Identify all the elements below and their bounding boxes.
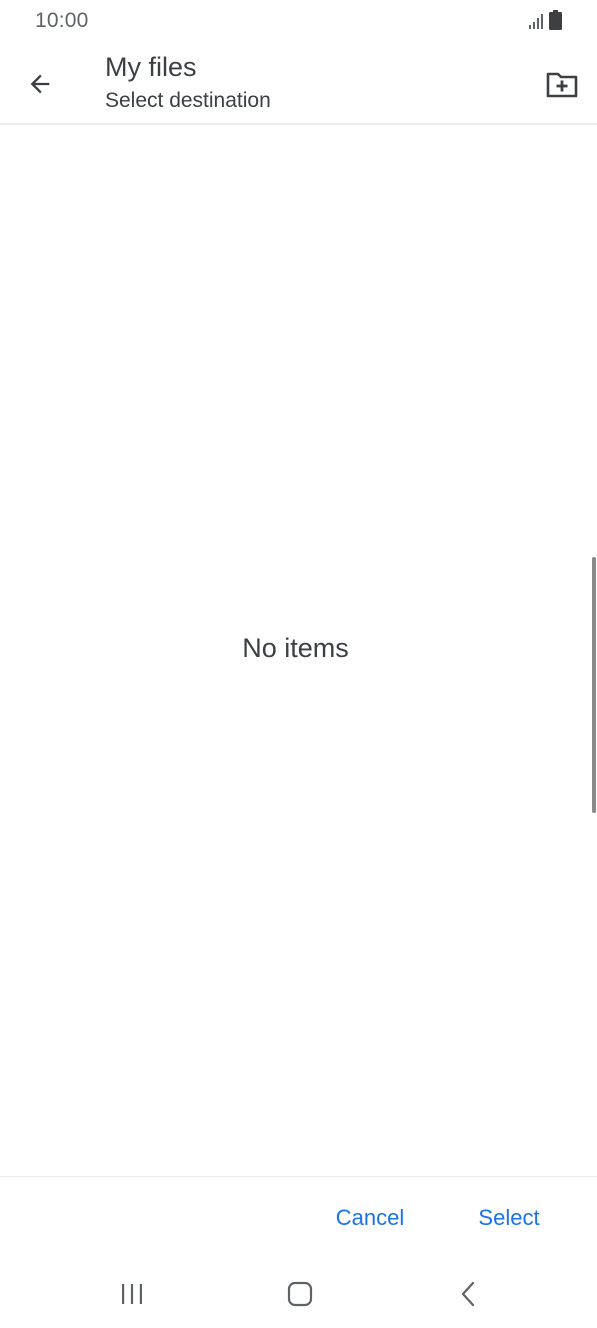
- signal-icon: [529, 14, 543, 29]
- screen: 10:00 My files Select destination No ite…: [0, 0, 597, 1328]
- recents-icon: [122, 1284, 142, 1304]
- new-folder-button[interactable]: [540, 64, 584, 104]
- home-icon: [287, 1281, 313, 1307]
- home-button[interactable]: [280, 1278, 320, 1310]
- select-button[interactable]: Select: [468, 1196, 550, 1240]
- app-bar: My files Select destination: [0, 44, 597, 124]
- empty-state-message: No items: [242, 633, 349, 663]
- back-icon: [461, 1281, 475, 1307]
- bottom-divider: [0, 1176, 597, 1177]
- folder-plus-icon: [546, 72, 578, 98]
- status-time: 10:00: [35, 9, 89, 32]
- recents-button[interactable]: [112, 1278, 152, 1310]
- file-list-area: No items: [0, 125, 597, 1177]
- back-button[interactable]: [18, 62, 62, 106]
- nav-back-button[interactable]: [448, 1278, 488, 1310]
- cancel-button[interactable]: Cancel: [326, 1196, 414, 1240]
- arrow-left-icon: [30, 74, 50, 94]
- page-subtitle: Select destination: [105, 89, 271, 112]
- battery-icon: [549, 10, 562, 30]
- navigation-bar: [0, 1262, 597, 1328]
- page-title: My files: [105, 52, 197, 82]
- scrollbar[interactable]: [592, 557, 596, 813]
- status-bar: 10:00: [0, 0, 597, 44]
